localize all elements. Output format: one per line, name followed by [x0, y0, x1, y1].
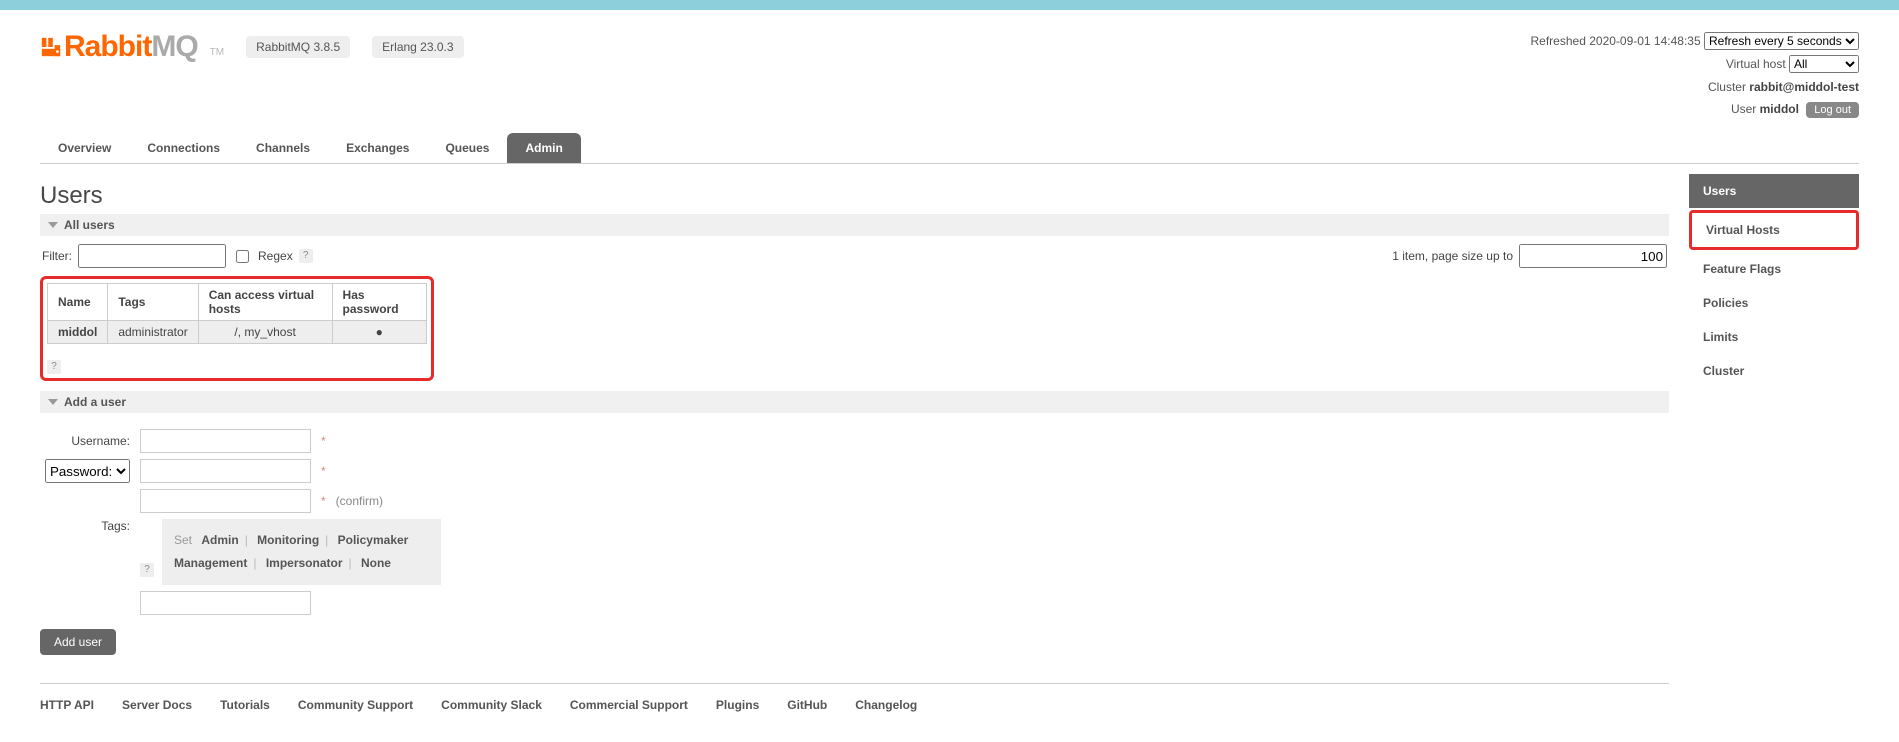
required-icon: *: [321, 464, 326, 478]
user-label: User: [1731, 102, 1756, 116]
footer-changelog[interactable]: Changelog: [855, 698, 917, 712]
nav-queues[interactable]: Queues: [427, 133, 507, 163]
main-nav: Overview Connections Channels Exchanges …: [40, 133, 1859, 164]
nav-exchanges[interactable]: Exchanges: [328, 133, 427, 163]
user-password-cell: ●: [332, 321, 426, 344]
footer: HTTP API Server Docs Tutorials Community…: [40, 683, 1669, 742]
refreshed-time: 2020-09-01 14:48:35: [1589, 34, 1700, 48]
password-input[interactable]: [140, 459, 311, 483]
col-vhosts[interactable]: Can access virtual hosts: [198, 284, 332, 321]
page-size-input[interactable]: [1519, 244, 1667, 268]
logo-text-rabbit: Rabbit: [64, 30, 151, 64]
set-label: Set: [174, 533, 192, 547]
footer-commercial-support[interactable]: Commercial Support: [570, 698, 688, 712]
users-table-highlight: Name Tags Can access virtual hosts Has p…: [40, 276, 434, 381]
regex-checkbox[interactable]: [236, 250, 249, 263]
chevron-down-icon: [48, 399, 58, 405]
add-user-button[interactable]: Add user: [40, 629, 116, 655]
user-vhosts-cell: /, my_vhost: [198, 321, 332, 344]
cluster-label: Cluster: [1708, 80, 1746, 94]
cluster-value: rabbit@middol-test: [1749, 80, 1859, 94]
tag-opt-policymaker[interactable]: Policymaker: [338, 533, 409, 547]
nav-channels[interactable]: Channels: [238, 133, 328, 163]
footer-community-slack[interactable]: Community Slack: [441, 698, 542, 712]
tag-opt-impersonator[interactable]: Impersonator: [266, 556, 343, 570]
chevron-down-icon: [48, 222, 58, 228]
nav-connections[interactable]: Connections: [129, 133, 238, 163]
logo-tm: TM: [210, 47, 224, 58]
tag-opt-admin[interactable]: Admin: [201, 533, 238, 547]
vhost-select[interactable]: All: [1789, 55, 1859, 73]
section-add-user-title: Add a user: [64, 395, 126, 409]
page-title: Users: [40, 182, 1669, 210]
footer-http-api[interactable]: HTTP API: [40, 698, 94, 712]
filter-row: Filter: Regex ? 1 item, page size up to: [40, 236, 1669, 276]
section-add-user-toggle[interactable]: Add a user: [40, 391, 1669, 413]
rabbitmq-version-badge: RabbitMQ 3.8.5: [246, 36, 350, 58]
rabbit-icon: [40, 36, 62, 58]
refreshed-label: Refreshed: [1531, 34, 1586, 48]
logo-area: RabbitMQ TM RabbitMQ 3.8.5 Erlang 23.0.3: [40, 30, 464, 64]
col-password[interactable]: Has password: [332, 284, 426, 321]
main-panel: Users All users Filter: Regex ? 1 item, …: [40, 174, 1669, 742]
tag-opt-management[interactable]: Management: [174, 556, 247, 570]
vhost-label: Virtual host: [1726, 57, 1786, 71]
rabbitmq-logo[interactable]: RabbitMQ: [40, 30, 198, 64]
refresh-interval-select[interactable]: Refresh every 5 seconds: [1704, 32, 1859, 50]
user-tags-cell: administrator: [108, 321, 198, 344]
footer-plugins[interactable]: Plugins: [716, 698, 759, 712]
tag-opt-none[interactable]: None: [361, 556, 391, 570]
browser-top-strip: [0, 0, 1899, 10]
col-name[interactable]: Name: [48, 284, 108, 321]
footer-server-docs[interactable]: Server Docs: [122, 698, 192, 712]
col-tags[interactable]: Tags: [108, 284, 198, 321]
password-confirm-input[interactable]: [140, 489, 311, 513]
item-count-text: 1 item, page size up to: [1392, 249, 1513, 263]
logo-text-mq: MQ: [151, 30, 197, 64]
sidebar-item-cluster[interactable]: Cluster: [1689, 354, 1859, 388]
sidebar-item-limits[interactable]: Limits: [1689, 320, 1859, 354]
sidebar-item-users[interactable]: Users: [1689, 174, 1859, 208]
confirm-label: (confirm): [336, 494, 383, 508]
credential-type-select[interactable]: Password:: [45, 459, 130, 483]
table-help-icon[interactable]: ?: [47, 360, 61, 374]
tag-opt-monitoring[interactable]: Monitoring: [257, 533, 319, 547]
sidebar-vhosts-highlight: Virtual Hosts: [1689, 210, 1859, 250]
tags-help-icon[interactable]: ?: [140, 563, 154, 577]
username-input[interactable]: [140, 429, 311, 453]
filter-input[interactable]: [78, 244, 226, 268]
tags-label: Tags:: [40, 519, 130, 533]
admin-sidebar: Users Virtual Hosts Feature Flags Polici…: [1689, 174, 1859, 388]
user-name-cell[interactable]: middol: [48, 321, 108, 344]
nav-overview[interactable]: Overview: [40, 133, 129, 163]
filter-label: Filter:: [42, 249, 72, 263]
erlang-version-badge: Erlang 23.0.3: [372, 36, 463, 58]
required-icon: *: [321, 434, 326, 448]
nav-admin[interactable]: Admin: [507, 133, 580, 163]
footer-github[interactable]: GitHub: [787, 698, 827, 712]
sidebar-item-virtual-hosts[interactable]: Virtual Hosts: [1692, 213, 1856, 247]
user-value: middol: [1760, 102, 1799, 116]
tag-hints: Set Admin| Monitoring| Policymaker Manag…: [162, 519, 441, 585]
footer-tutorials[interactable]: Tutorials: [220, 698, 270, 712]
regex-label: Regex: [258, 249, 293, 263]
header: RabbitMQ TM RabbitMQ 3.8.5 Erlang 23.0.3…: [40, 10, 1859, 121]
required-icon: *: [321, 494, 326, 508]
logout-button[interactable]: Log out: [1806, 102, 1859, 118]
section-all-users-title: All users: [64, 218, 115, 232]
table-header-row: Name Tags Can access virtual hosts Has p…: [48, 284, 427, 321]
users-table: Name Tags Can access virtual hosts Has p…: [47, 283, 427, 344]
table-row: middol administrator /, my_vhost ●: [48, 321, 427, 344]
footer-community-support[interactable]: Community Support: [298, 698, 413, 712]
sidebar-item-policies[interactable]: Policies: [1689, 286, 1859, 320]
username-label: Username:: [40, 434, 130, 448]
tags-input[interactable]: [140, 591, 311, 615]
regex-help-icon[interactable]: ?: [299, 249, 313, 263]
section-all-users-toggle[interactable]: All users: [40, 214, 1669, 236]
header-right: Refreshed 2020-09-01 14:48:35 Refresh ev…: [1531, 30, 1860, 121]
sidebar-item-feature-flags[interactable]: Feature Flags: [1689, 252, 1859, 286]
